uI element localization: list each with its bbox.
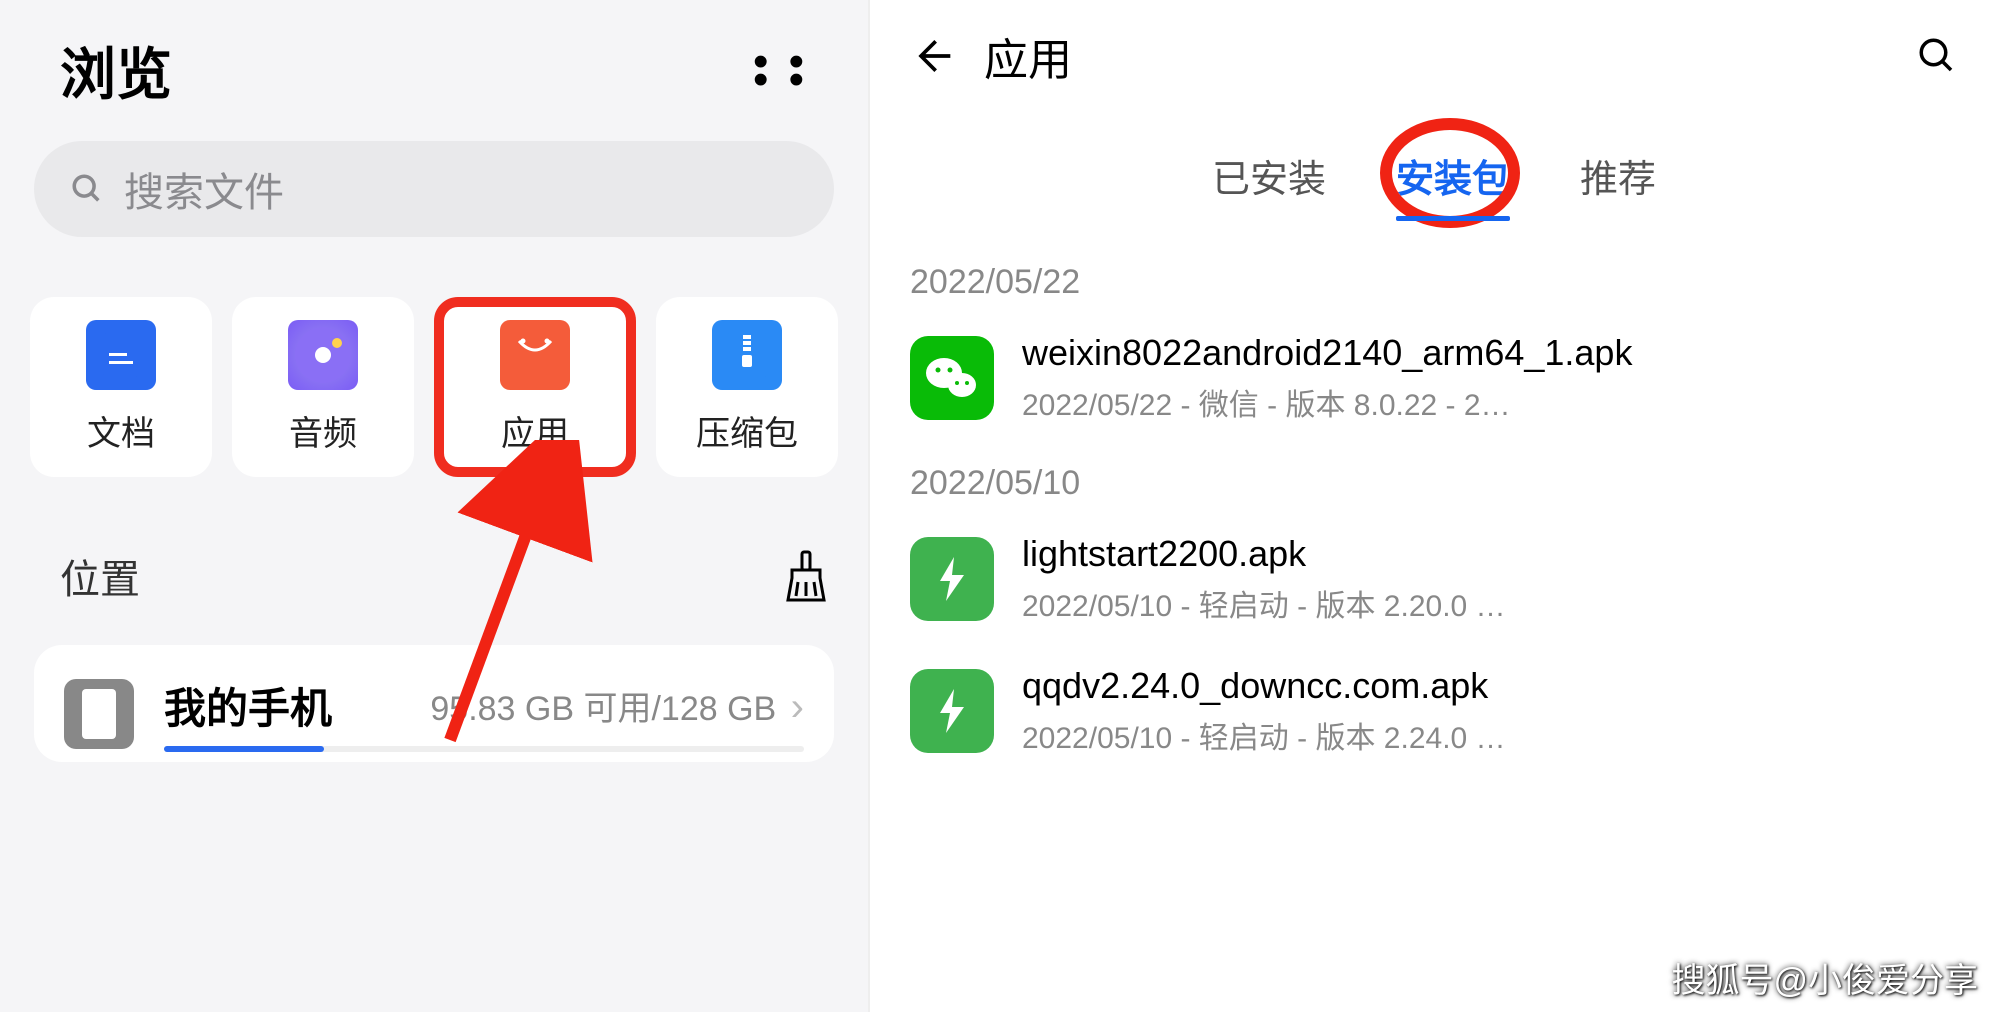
apk-item[interactable]: weixin8022android2140_arm64_1.apk 2022/0… [900, 332, 1968, 424]
wechat-icon [910, 336, 994, 420]
apk-item[interactable]: lightstart2200.apk 2022/05/10 - 轻启动 - 版本… [900, 533, 1968, 625]
tab-installed[interactable]: 已安装 [1212, 148, 1326, 213]
section-title-location: 位置 [60, 547, 140, 605]
page-title: 应用 [984, 24, 1072, 88]
lightning-icon [910, 669, 994, 753]
audio-icon [288, 320, 358, 390]
tab-packages[interactable]: 安装包 [1396, 148, 1510, 213]
category-audio[interactable]: 音频 [232, 297, 414, 477]
apk-name: weixin8022android2140_arm64_1.apk [1022, 332, 1958, 374]
lightning-icon [910, 537, 994, 621]
storage-progress [164, 746, 804, 752]
back-icon[interactable] [910, 34, 954, 78]
category-label: 应用 [501, 406, 569, 455]
storage-my-phone[interactable]: 我的手机 95.83 GB 可用/128 GB › [34, 645, 834, 762]
tab-recommend[interactable]: 推荐 [1580, 148, 1656, 213]
apk-item[interactable]: qqdv2.24.0_downcc.com.apk 2022/05/10 - 轻… [900, 665, 1968, 757]
category-documents[interactable]: 文档 [30, 297, 212, 477]
doc-icon [86, 320, 156, 390]
date-header: 2022/05/22 [910, 263, 1968, 302]
watermark: 搜狐号@小俊爱分享 [1671, 953, 1978, 1002]
apps-screen: 应用 已安装 安装包 推荐 2022/05/22 weixin8022andro… [870, 0, 1998, 1012]
date-header: 2022/05/10 [910, 464, 1968, 503]
browse-screen: 浏览 • •• • 搜索文件 文档 音频 [0, 0, 870, 1012]
page-title: 浏览 [60, 30, 172, 111]
apk-name: lightstart2200.apk [1022, 533, 1958, 575]
search-icon [70, 172, 104, 206]
category-label: 音频 [289, 406, 357, 455]
apk-meta: 2022/05/10 - 轻启动 - 版本 2.24.0 … [1022, 713, 1958, 757]
phone-icon [64, 679, 134, 749]
category-archives[interactable]: 压缩包 [656, 297, 838, 477]
apk-meta: 2022/05/10 - 轻启动 - 版本 2.20.0 … [1022, 581, 1958, 625]
apk-name: qqdv2.24.0_downcc.com.apk [1022, 665, 1958, 707]
chevron-right-icon: › [791, 685, 804, 729]
category-row: 文档 音频 应用 压缩包 [30, 297, 838, 477]
storage-name: 我的手机 [164, 675, 332, 736]
apk-meta: 2022/05/22 - 微信 - 版本 8.0.22 - 2… [1022, 380, 1958, 424]
tab-bar: 已安装 安装包 推荐 [900, 148, 1968, 213]
cleanup-icon[interactable] [784, 550, 828, 602]
search-placeholder: 搜索文件 [124, 160, 284, 218]
app-icon [500, 320, 570, 390]
category-label: 文档 [87, 406, 155, 455]
search-input[interactable]: 搜索文件 [34, 141, 834, 237]
category-apps[interactable]: 应用 [434, 297, 636, 477]
search-icon[interactable] [1916, 35, 1958, 77]
category-label: 压缩包 [696, 406, 798, 455]
storage-info: 95.83 GB 可用/128 GB [430, 690, 776, 728]
zip-icon [712, 320, 782, 390]
more-icon[interactable]: • •• • [753, 53, 828, 88]
